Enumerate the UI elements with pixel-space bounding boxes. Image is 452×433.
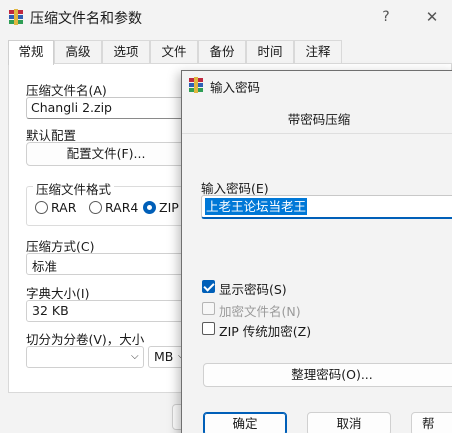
profiles-button[interactable]: 配置文件(F)...	[26, 142, 186, 166]
tab-options[interactable]: 选项	[102, 40, 150, 63]
dictionary-size-select[interactable]: 32 KB	[26, 300, 186, 322]
winrar-app-icon	[189, 77, 203, 93]
show-password-label[interactable]: 显示密码(S)	[219, 279, 287, 298]
format-rar-label[interactable]: RAR	[51, 200, 76, 215]
chevron-down-icon[interactable]: ⌵	[131, 351, 139, 362]
format-rar4-label[interactable]: RAR4	[105, 200, 138, 215]
tab-advanced[interactable]: 高级	[54, 40, 102, 63]
tab-files[interactable]: 文件	[150, 40, 198, 63]
split-volume-size-select[interactable]	[26, 346, 144, 368]
password-input[interactable]: 上老王论坛当老王	[201, 195, 452, 219]
format-rar-radio[interactable]	[35, 201, 48, 214]
enter-password-dialog: 输入密码 带密码压缩 输入密码(E) 上老王论坛当老王 显示密码(S) 加密文件…	[181, 70, 452, 433]
divider	[182, 133, 452, 134]
password-input-selected-text[interactable]: 上老王论坛当老王	[205, 198, 308, 215]
winrar-app-icon	[9, 9, 23, 25]
password-dialog-subtitle: 带密码压缩	[287, 112, 351, 127]
help-button[interactable]: ?	[372, 5, 400, 29]
password-titlebar: 输入密码	[182, 71, 452, 99]
close-button[interactable]: ✕	[418, 5, 446, 29]
encrypt-filenames-checkbox[interactable]	[202, 302, 215, 315]
zip-legacy-encryption-checkbox[interactable]	[202, 322, 215, 335]
cancel-button[interactable]: 取消	[307, 412, 391, 433]
tab-time[interactable]: 时间	[246, 40, 294, 63]
compression-method-select[interactable]: 标准	[26, 253, 186, 275]
main-titlebar: 压缩文件名和参数 ? ✕	[0, 0, 452, 34]
format-rar4-radio[interactable]	[89, 201, 102, 214]
encrypt-filenames-label[interactable]: 加密文件名(N)	[219, 301, 301, 320]
tab-backup[interactable]: 备份	[198, 40, 246, 63]
password-help-button[interactable]: 帮	[411, 412, 452, 433]
format-group-label: 压缩文件格式	[33, 179, 115, 198]
ok-button[interactable]: 确定	[203, 412, 287, 433]
password-dialog-title: 输入密码	[210, 80, 261, 95]
format-zip-label[interactable]: ZIP	[159, 200, 179, 215]
archive-name-input[interactable]: Changli 2.zip	[26, 97, 186, 119]
tab-comment[interactable]: 注释	[294, 40, 342, 63]
zip-legacy-encryption-label[interactable]: ZIP 传统加密(Z)	[219, 321, 311, 340]
tab-general[interactable]: 常规	[8, 40, 54, 65]
show-password-checkbox[interactable]	[202, 280, 215, 293]
organize-passwords-button[interactable]: 整理密码(O)...	[203, 363, 452, 387]
main-dialog-title: 压缩文件名和参数	[30, 11, 142, 27]
format-zip-radio[interactable]	[143, 201, 156, 214]
